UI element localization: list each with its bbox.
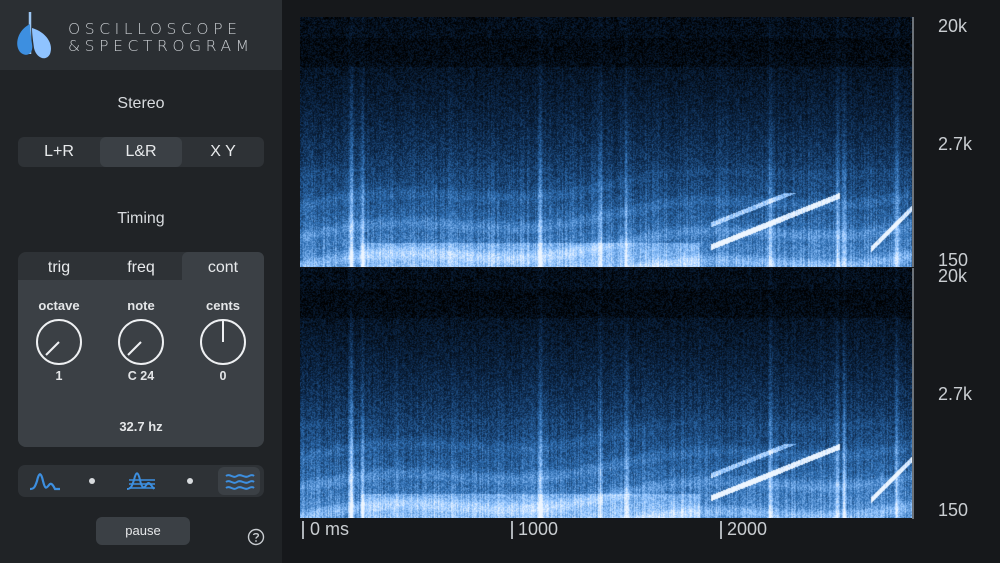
x-tick-mark: [302, 521, 304, 539]
spectrogram-waves-icon[interactable]: [218, 467, 260, 495]
y-axis-line-top: [912, 17, 914, 267]
pause-button[interactable]: pause: [96, 517, 190, 545]
note-control: note C 24: [106, 298, 176, 383]
cents-control: cents 0: [188, 298, 258, 383]
x-tick-label: 0 ms: [310, 519, 350, 539]
timing-tabs: trig freq cont: [18, 252, 264, 282]
view-mode-selector: [18, 465, 264, 497]
y-tick-label: 150: [938, 500, 969, 520]
app-logo-icon: [17, 12, 52, 59]
timing-controls: octave 1 note C 24 cents 0 32.7 hz: [18, 280, 264, 447]
octave-control: octave 1: [24, 298, 94, 383]
timing-section-title: Timing: [117, 210, 165, 227]
x-tick-mark: [720, 521, 722, 539]
combined-wave-icon[interactable]: [120, 467, 162, 495]
stereo-option-sum[interactable]: L+R: [18, 137, 100, 167]
stereo-section-title: Stereo: [117, 95, 165, 112]
y-axis-line-bottom: [912, 268, 914, 519]
cents-knob[interactable]: [198, 317, 248, 367]
cents-value: 0: [219, 369, 227, 383]
x-tick-mark: [511, 521, 513, 539]
control-panel: OSCILLOSCOPE &SPECTROGRAM Stereo L+R L&R…: [0, 0, 282, 563]
tab-freq[interactable]: freq: [100, 252, 182, 282]
y-tick-label: 20k: [938, 266, 968, 286]
timing-panel: trig freq cont octave 1 note C 24 cents …: [18, 252, 264, 447]
tab-trig[interactable]: trig: [18, 252, 100, 282]
tab-cont[interactable]: cont: [182, 252, 264, 282]
stereo-option-xy[interactable]: X Y: [182, 137, 264, 167]
note-knob[interactable]: [116, 317, 166, 367]
spectrogram-channel-left[interactable]: [300, 17, 912, 267]
question-circle-icon[interactable]: [247, 528, 265, 546]
separator-dot: [89, 478, 95, 484]
app-title-line1: OSCILLOSCOPE: [68, 20, 242, 38]
x-tick-label: 2000: [727, 519, 768, 539]
note-label: note: [127, 298, 155, 313]
app-title-line2: &SPECTROGRAM: [68, 37, 254, 55]
octave-label: octave: [38, 298, 80, 313]
x-tick-label: 1000: [518, 519, 559, 539]
octave-value: 1: [55, 369, 63, 383]
frequency-readout: 32.7 hz: [119, 419, 163, 434]
spectrogram-channel-right[interactable]: [300, 268, 912, 518]
oscilloscope-wave-icon[interactable]: [24, 467, 66, 495]
note-value: C 24: [127, 369, 155, 383]
y-tick-label: 2.7k: [938, 134, 973, 154]
separator-dot: [187, 478, 193, 484]
y-tick-label: 20k: [938, 16, 968, 36]
y-tick-label: 2.7k: [938, 384, 973, 404]
stereo-mode-selector: L+R L&R X Y: [18, 137, 264, 167]
octave-knob[interactable]: [34, 317, 84, 367]
cents-label: cents: [206, 298, 240, 313]
spectrogram-display: 20k 2.7k 150 20k 2.7k 150 0 ms 1000 2000: [282, 0, 1000, 563]
app-header: OSCILLOSCOPE &SPECTROGRAM: [0, 0, 282, 70]
stereo-option-separate[interactable]: L&R: [100, 137, 182, 167]
